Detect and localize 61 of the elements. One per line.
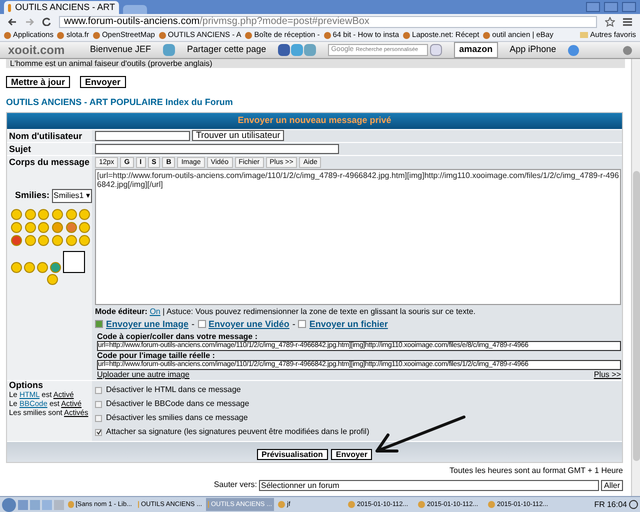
clock-text: 16:04	[606, 498, 627, 510]
field-label: Nom d'utilisateur	[7, 130, 92, 142]
field-label: Corps du message	[9, 156, 90, 169]
timezone-text: Toutes les heures sont au format GMT + 1 Heure	[448, 465, 624, 477]
more-link[interactable]: Plus >>	[594, 370, 621, 379]
forum-index-link[interactable]: OUTILS ANCIENS - ART POPULAIRE Index du Forum	[6, 96, 625, 110]
power-icon[interactable]	[629, 500, 638, 509]
form-header: Envoyer un nouveau message privé	[7, 112, 622, 128]
subject-field[interactable]	[95, 144, 339, 154]
form-button[interactable]: Mettre à jour	[6, 76, 70, 88]
option-label: Désactiver le HTML dans ce message	[106, 384, 241, 396]
welcome-text: Bienvenue JEF	[90, 43, 152, 56]
address-field[interactable]: www.forum-outils-anciens.com/privmsg.php?mode=post#previewBox	[59, 16, 597, 28]
find-user-button[interactable]: Trouver un utilisateur	[192, 130, 284, 141]
editor-mode-label: Mode éditeur:	[95, 306, 148, 316]
go-button[interactable]: Aller	[600, 480, 623, 490]
message-textarea[interactable]: [url=http://www.forum-outils-anciens.com/image/110/1/2/c/img_4789-r-4966842.jpg.htm][img]http://img110.xooimage.com/files/1/2/c/img_4789-r-4966842.jpg[/img][/url]	[95, 168, 621, 304]
upload-icon[interactable]	[298, 320, 306, 328]
option-label: Désactiver les smilies dans ce message	[106, 412, 248, 424]
menu-icon[interactable]	[623, 18, 632, 26]
browser-tab[interactable]: OUTILS ANCIENS - ART	[4, 1, 119, 14]
upload-link[interactable]: Envoyer une Image	[106, 318, 189, 331]
tab-title: OUTILS ANCIENS - ART	[15, 0, 115, 14]
upload-other-link[interactable]: Uploader une autre image	[97, 370, 190, 379]
options-title: Options	[9, 381, 44, 390]
amazon-button[interactable]: amazon	[454, 42, 498, 58]
option-checkbox[interactable]	[95, 428, 102, 436]
field-label: Sujet	[7, 142, 92, 154]
new-tab-button[interactable]	[123, 5, 147, 14]
preview-button[interactable]: Prévisualisation	[256, 449, 328, 460]
upload-icon[interactable]	[198, 320, 206, 328]
app-link[interactable]: App iPhone	[510, 43, 556, 57]
reload-icon[interactable]	[42, 17, 51, 26]
upload-link[interactable]: Envoyer un fichier	[309, 318, 388, 331]
smilies-select[interactable]: Smilies1 ▾	[52, 189, 92, 203]
option-checkbox[interactable]	[95, 414, 102, 422]
option-checkbox[interactable]	[95, 400, 102, 408]
option-checkbox[interactable]	[95, 386, 102, 394]
upload-link[interactable]: Envoyer une Vidéo	[208, 318, 290, 331]
forum-select[interactable]: Sélectionner un forum	[258, 480, 599, 490]
star-icon[interactable]	[605, 16, 615, 26]
code-label: Code à copier/coller dans votre message :	[97, 332, 259, 341]
option-label: Attacher sa signature (les signatures peuvent être modifiées dans le profil)	[106, 426, 370, 438]
editor-mode-link[interactable]: On	[150, 306, 160, 316]
quote-banner: L'homme est un animal faiseur d'outils (proverbe anglais)	[6, 59, 625, 68]
option-label: Désactiver le BBCode dans ce message	[106, 398, 250, 410]
share-link[interactable]: Partager cette page	[187, 43, 266, 57]
code-label: Code pour l'image taille réelle :	[97, 351, 216, 360]
lang-indicator[interactable]: FR	[594, 498, 605, 510]
separator-text: -	[192, 318, 195, 330]
username-field[interactable]	[95, 130, 190, 140]
tip-text: | Astuce: Vous pouvez redimensionner la zone de texte en glissant la souris sur ce texte.	[162, 306, 476, 316]
upload-icon[interactable]	[95, 320, 103, 328]
forward-icon[interactable]	[25, 18, 34, 26]
xooit-logo[interactable]: xooit.com	[8, 41, 78, 59]
separator-text: -	[292, 318, 296, 330]
form-button[interactable]: Envoyer	[80, 76, 126, 88]
jump-label: Sauter vers:	[214, 479, 257, 491]
back-icon[interactable]	[8, 18, 17, 26]
send-button[interactable]: Envoyer	[330, 449, 372, 460]
smilies-label: Smilies:	[15, 189, 50, 202]
